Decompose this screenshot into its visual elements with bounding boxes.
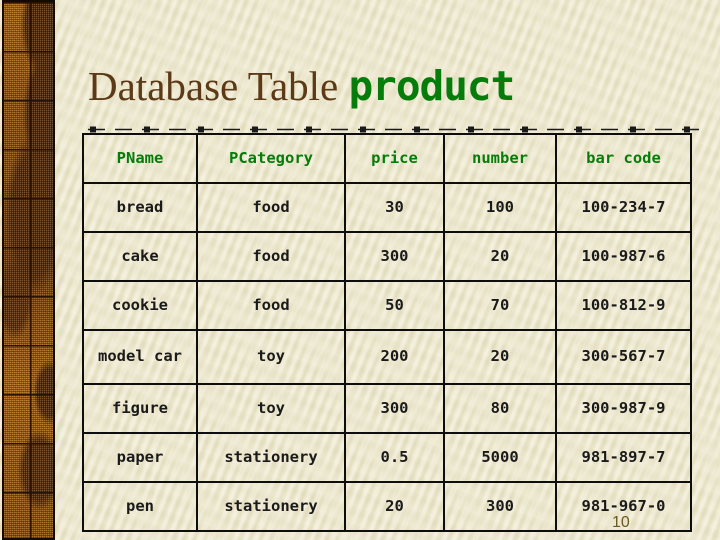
cell-pcategory: stationery bbox=[196, 432, 346, 483]
page-number: 10 bbox=[612, 514, 630, 531]
cell-pcategory: food bbox=[196, 280, 346, 331]
cell-barcode: 100-234-7 bbox=[555, 182, 692, 233]
column-header-pcategory: PCategory bbox=[196, 133, 346, 184]
table-header-row: PName PCategory price number bar code bbox=[82, 133, 692, 184]
decorative-left-border bbox=[2, 0, 55, 540]
cell-pname: pen bbox=[82, 481, 198, 532]
cell-price: 300 bbox=[344, 231, 445, 282]
table-row: paper stationery 0.5 5000 981-897-7 bbox=[82, 432, 692, 483]
product-table: PName PCategory price number bar code br… bbox=[82, 133, 692, 532]
cell-number: 70 bbox=[443, 280, 557, 331]
cell-number: 5000 bbox=[443, 432, 557, 483]
column-header-number: number bbox=[443, 133, 557, 184]
page-title: Database Table product bbox=[88, 62, 688, 110]
table-row: pen stationery 20 300 981-967-0 bbox=[82, 481, 692, 532]
table-row: cookie food 50 70 100-812-9 bbox=[82, 280, 692, 331]
cell-barcode: 300-567-7 bbox=[555, 329, 692, 385]
cell-pname: model car bbox=[82, 329, 198, 385]
cell-pcategory: toy bbox=[196, 383, 346, 434]
cell-number: 100 bbox=[443, 182, 557, 233]
column-header-barcode: bar code bbox=[555, 133, 692, 184]
title-prefix: Database Table bbox=[88, 63, 349, 109]
cell-price: 50 bbox=[344, 280, 445, 331]
cell-pcategory: toy bbox=[196, 329, 346, 385]
table-row: bread food 30 100 100-234-7 bbox=[82, 182, 692, 233]
cell-price: 0.5 bbox=[344, 432, 445, 483]
cell-number: 20 bbox=[443, 329, 557, 385]
column-header-price: price bbox=[344, 133, 445, 184]
cell-number: 80 bbox=[443, 383, 557, 434]
cell-pcategory: food bbox=[196, 182, 346, 233]
cell-pcategory: food bbox=[196, 231, 346, 282]
cell-pcategory: stationery bbox=[196, 481, 346, 532]
cell-pname: cookie bbox=[82, 280, 198, 331]
cell-barcode: 100-987-6 bbox=[555, 231, 692, 282]
cell-price: 200 bbox=[344, 329, 445, 385]
table-row: cake food 300 20 100-987-6 bbox=[82, 231, 692, 282]
cell-number: 20 bbox=[443, 231, 557, 282]
cell-pname: cake bbox=[82, 231, 198, 282]
cell-pname: figure bbox=[82, 383, 198, 434]
cell-barcode: 100-812-9 bbox=[555, 280, 692, 331]
dashed-divider bbox=[88, 126, 702, 133]
cell-price: 300 bbox=[344, 383, 445, 434]
cell-pname: paper bbox=[82, 432, 198, 483]
title-entity-name: product bbox=[348, 62, 515, 110]
cell-pname: bread bbox=[82, 182, 198, 233]
cell-barcode: 300-987-9 bbox=[555, 383, 692, 434]
table-row: model car toy 200 20 300-567-7 bbox=[82, 329, 692, 385]
table-row: figure toy 300 80 300-987-9 bbox=[82, 383, 692, 434]
slide-canvas: Database Table product PName PCategory p… bbox=[0, 0, 720, 540]
column-header-pname: PName bbox=[82, 133, 198, 184]
cell-price: 30 bbox=[344, 182, 445, 233]
cell-barcode: 981-897-7 bbox=[555, 432, 692, 483]
border-grid-lines bbox=[4, 2, 53, 538]
cell-price: 20 bbox=[344, 481, 445, 532]
cell-number: 300 bbox=[443, 481, 557, 532]
